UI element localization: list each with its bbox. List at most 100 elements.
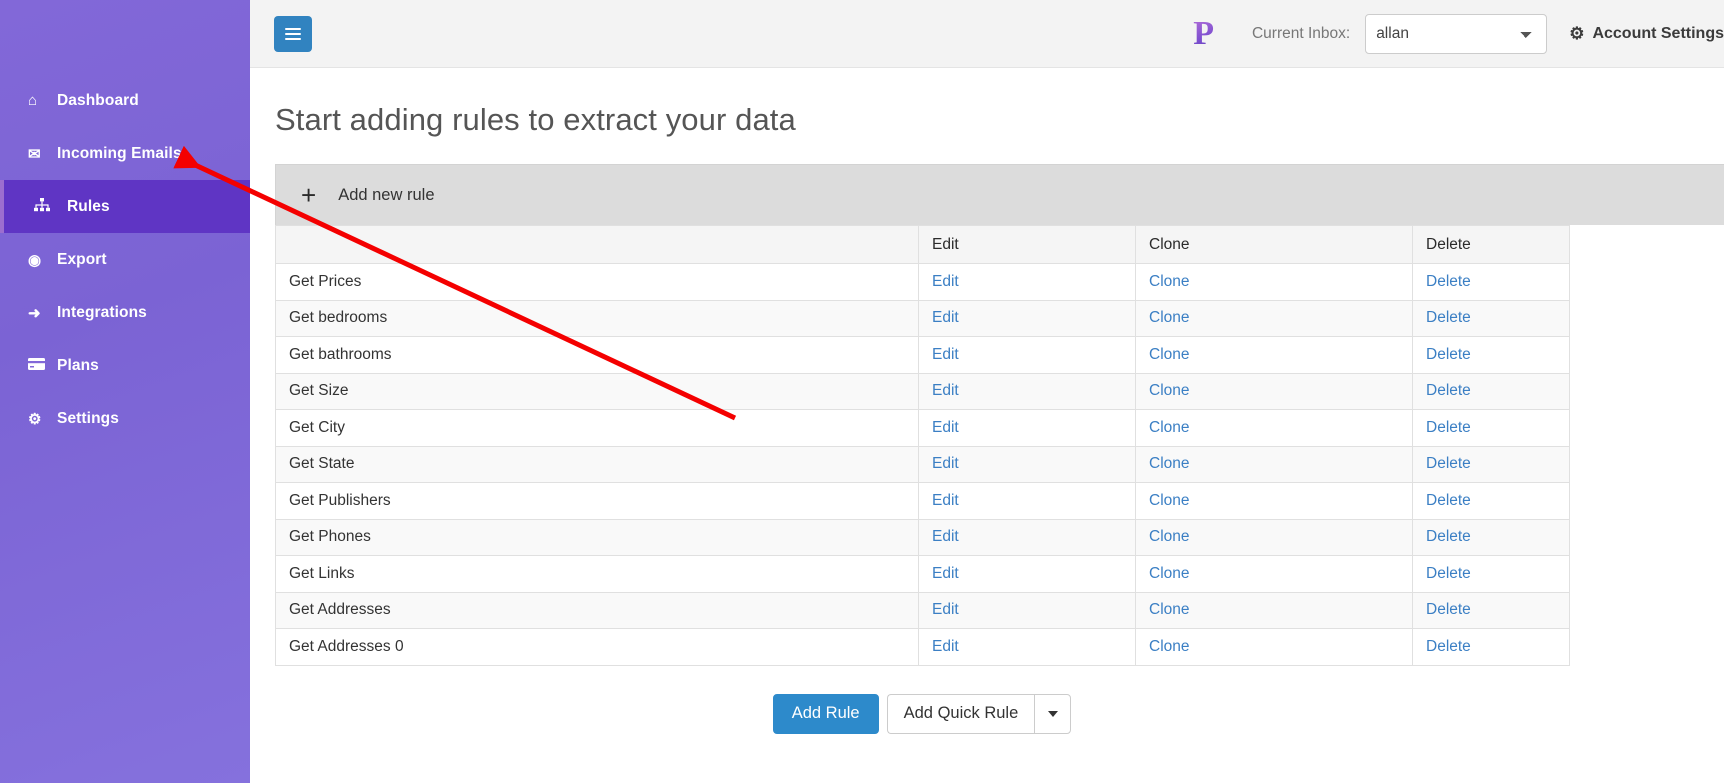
clone-link-cell: Clone	[1135, 518, 1413, 556]
parserr-logo: P	[1193, 14, 1214, 52]
delete-link-cell: Delete	[1412, 628, 1570, 666]
edit-link[interactable]: Edit	[932, 309, 959, 326]
delete-link[interactable]: Delete	[1426, 455, 1471, 472]
sidebar-item-label: Incoming Emails	[57, 144, 182, 162]
rule-name-cell: Get Size	[275, 372, 919, 410]
delete-link-cell: Delete	[1412, 445, 1570, 483]
delete-link-cell: Delete	[1412, 555, 1570, 593]
edit-link[interactable]: Edit	[932, 419, 959, 436]
edit-link[interactable]: Edit	[932, 565, 959, 582]
edit-link[interactable]: Edit	[932, 492, 959, 509]
column-header-clone: Clone	[1135, 225, 1413, 264]
edit-link[interactable]: Edit	[932, 638, 959, 655]
table-row: Get Prices Edit Clone Delete	[275, 263, 1570, 301]
add-quick-rule-button[interactable]: Add Quick Rule	[886, 693, 1035, 734]
edit-link-cell: Edit	[918, 518, 1136, 556]
clone-link[interactable]: Clone	[1149, 419, 1190, 436]
table-row: Get Size Edit Clone Delete	[275, 372, 1570, 410]
bullseye-icon: ◉	[28, 251, 42, 269]
sidebar-item-label: Plans	[57, 356, 99, 374]
clone-link-cell: Clone	[1135, 299, 1413, 337]
app-root: ⌂ Dashboard ✉ Incoming Emails Rules ◉ Ex…	[0, 0, 1724, 783]
table-row: Get City Edit Clone Delete	[275, 409, 1570, 447]
table-row: Get bedrooms Edit Clone Delete	[275, 299, 1570, 337]
add-new-rule-button[interactable]: + Add new rule	[275, 164, 1724, 225]
rules-table: Edit Clone Delete Get Prices Edit Clone Del…	[275, 225, 1570, 666]
edit-link[interactable]: Edit	[932, 346, 959, 363]
clone-link[interactable]: Clone	[1149, 382, 1190, 399]
sidebar: ⌂ Dashboard ✉ Incoming Emails Rules ◉ Ex…	[0, 0, 250, 783]
delete-link[interactable]: Delete	[1426, 346, 1471, 363]
chevron-down-icon	[1047, 710, 1058, 717]
clone-link-cell: Clone	[1135, 372, 1413, 410]
sidebar-item-label: Settings	[57, 409, 119, 427]
add-rule-button[interactable]: Add Rule	[772, 693, 879, 734]
rule-name-cell: Get Prices	[275, 263, 919, 301]
sidebar-item-plans[interactable]: Plans	[0, 339, 250, 392]
clone-link[interactable]: Clone	[1149, 492, 1190, 509]
sidebar-item-settings[interactable]: ⚙ Settings	[0, 392, 250, 445]
credit-card-icon	[28, 357, 52, 374]
delete-link[interactable]: Delete	[1426, 309, 1471, 326]
page-title: Start adding rules to extract your data	[275, 102, 796, 137]
clone-link[interactable]: Clone	[1149, 565, 1190, 582]
rule-name-cell: Get Addresses 0	[275, 628, 919, 666]
edit-link-cell: Edit	[918, 372, 1136, 410]
clone-link[interactable]: Clone	[1149, 638, 1190, 655]
delete-link[interactable]: Delete	[1426, 565, 1471, 582]
table-row: Get Links Edit Clone Delete	[275, 555, 1570, 593]
clone-link[interactable]: Clone	[1149, 601, 1190, 618]
delete-link[interactable]: Delete	[1426, 638, 1471, 655]
delete-link-cell: Delete	[1412, 299, 1570, 337]
delete-link-cell: Delete	[1412, 591, 1570, 629]
sidebar-item-dashboard[interactable]: ⌂ Dashboard	[0, 74, 250, 127]
edit-link-cell: Edit	[918, 482, 1136, 520]
delete-link[interactable]: Delete	[1426, 601, 1471, 618]
delete-link[interactable]: Delete	[1426, 382, 1471, 399]
clone-link[interactable]: Clone	[1149, 528, 1190, 545]
edit-link[interactable]: Edit	[932, 455, 959, 472]
clone-link[interactable]: Clone	[1149, 309, 1190, 326]
gear-icon: ⚙	[1569, 23, 1585, 43]
edit-link[interactable]: Edit	[932, 382, 959, 399]
edit-link[interactable]: Edit	[932, 273, 959, 290]
add-quick-rule-split-button: Add Quick Rule	[886, 693, 1072, 734]
clone-link[interactable]: Clone	[1149, 346, 1190, 363]
gear-icon: ⚙	[28, 410, 42, 428]
delete-link-cell: Delete	[1412, 482, 1570, 520]
edit-link[interactable]: Edit	[932, 528, 959, 545]
add-new-rule-label: Add new rule	[338, 185, 435, 204]
sidebar-item-rules[interactable]: Rules	[0, 180, 250, 233]
sidebar-item-integrations[interactable]: ➜ Integrations	[0, 286, 250, 339]
edit-link-cell: Edit	[918, 299, 1136, 337]
delete-link-cell: Delete	[1412, 263, 1570, 301]
edit-link[interactable]: Edit	[932, 601, 959, 618]
delete-link[interactable]: Delete	[1426, 419, 1471, 436]
delete-link[interactable]: Delete	[1426, 273, 1471, 290]
table-body: Get Prices Edit Clone Delete Get bedrooms Edi…	[275, 263, 1570, 666]
clone-link-cell: Clone	[1135, 445, 1413, 483]
delete-link-cell: Delete	[1412, 409, 1570, 447]
account-settings-link[interactable]: ⚙ Account Settings	[1569, 24, 1724, 44]
sidebar-item-incoming-emails[interactable]: ✉ Incoming Emails	[0, 127, 250, 180]
topbar-right-group: P Current Inbox: allan ⚙ Account Setting…	[1193, 13, 1724, 54]
edit-link-cell: Edit	[918, 445, 1136, 483]
rule-name-cell: Get Phones	[275, 518, 919, 556]
sitemap-icon	[34, 197, 58, 216]
delete-link-cell: Delete	[1412, 518, 1570, 556]
clone-link[interactable]: Clone	[1149, 455, 1190, 472]
hamburger-icon[interactable]	[274, 15, 312, 52]
delete-link[interactable]: Delete	[1426, 492, 1471, 509]
add-quick-rule-dropdown-toggle[interactable]	[1034, 693, 1072, 734]
edit-link-cell: Edit	[918, 336, 1136, 374]
content-area: P Current Inbox: allan ⚙ Account Setting…	[250, 0, 1724, 783]
delete-link[interactable]: Delete	[1426, 528, 1471, 545]
clone-link-cell: Clone	[1135, 555, 1413, 593]
clone-link[interactable]: Clone	[1149, 273, 1190, 290]
current-inbox-select[interactable]: allan	[1365, 13, 1548, 54]
edit-link-cell: Edit	[918, 628, 1136, 666]
account-settings-label: Account Settings	[1592, 24, 1724, 42]
clone-link-cell: Clone	[1135, 482, 1413, 520]
envelope-icon: ✉	[28, 145, 41, 163]
sidebar-item-export[interactable]: ◉ Export	[0, 233, 250, 286]
